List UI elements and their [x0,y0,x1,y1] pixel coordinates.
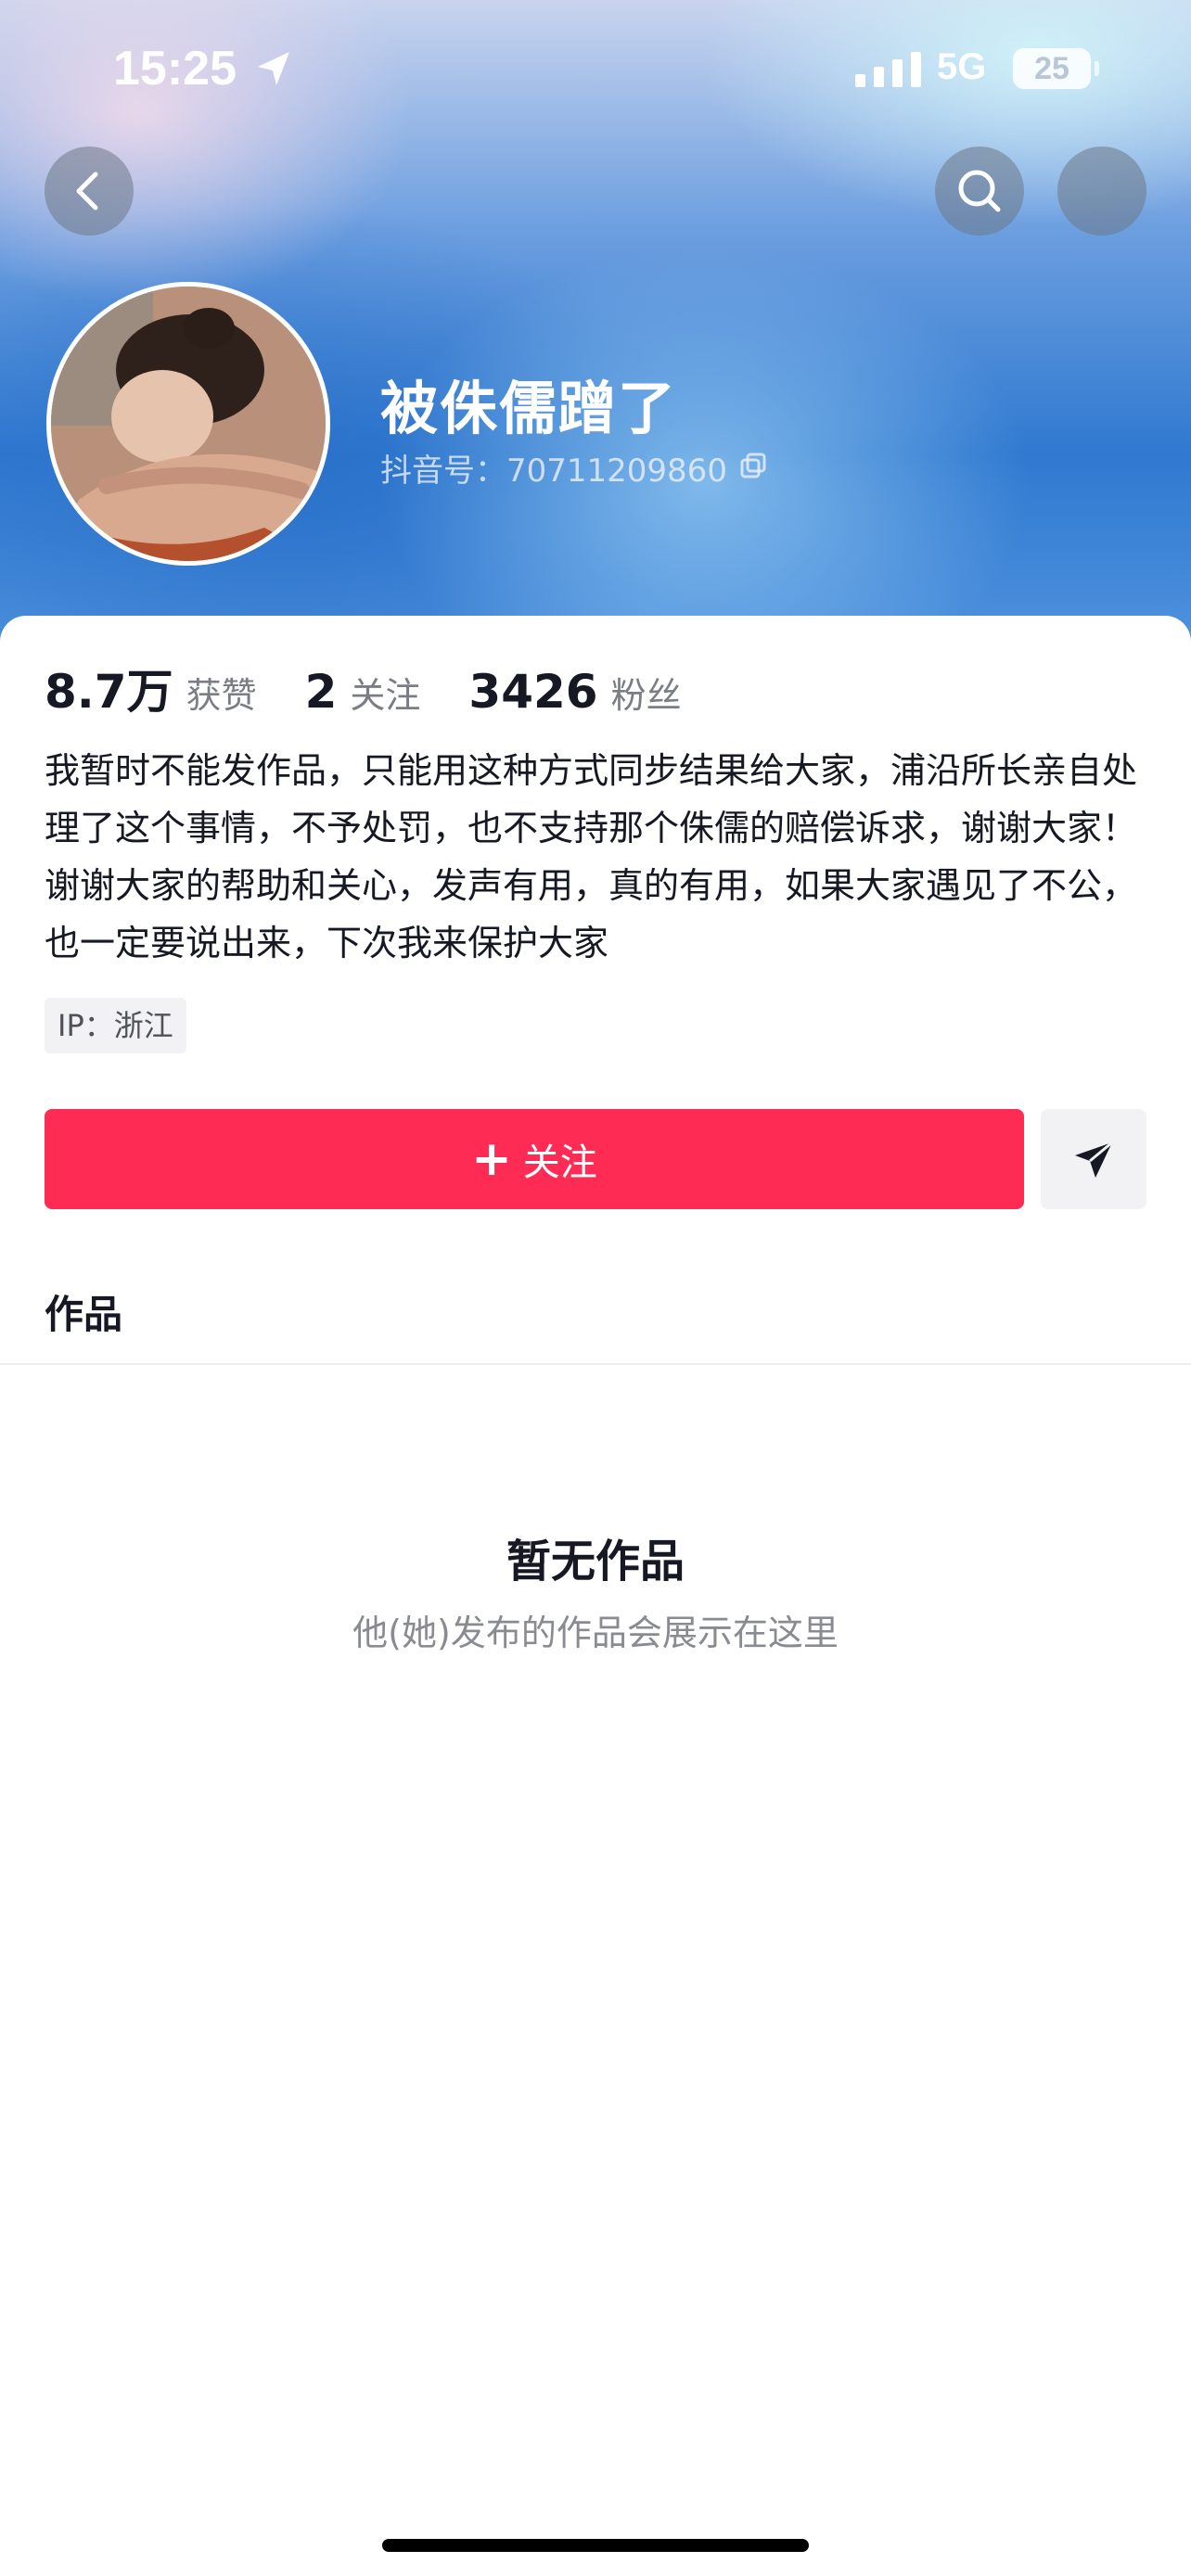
tab-works[interactable]: 作品 [45,1283,122,1340]
profile-stats: 8.7万 获赞 2 关注 3426 粉丝 [45,655,730,720]
bio: 我暂时不能发作品，只能用这种方式同步结果给大家，浦沿所长亲自处理了这个事情，不予… [45,750,1138,963]
ip-location-tag: IP：浙江 [45,998,186,1053]
search-button[interactable] [935,147,1024,236]
follow-label: 关注 [522,1141,597,1184]
battery-icon: 25 [1013,48,1099,89]
more-icon [1057,147,1146,236]
profile-screen: 15:25 5G 25 被侏儒蹭了 抖音号：70711209860 8.7万 获… [0,0,1191,2576]
status-time: 15:25 [113,42,237,96]
signal-icon [855,52,921,87]
avatar[interactable] [46,282,330,566]
douyin-id: 抖音号：70711209860 [380,453,727,490]
network-type: 5G [937,46,987,87]
follow-button[interactable]: + 关注 [45,1109,1024,1209]
empty-state-subtitle: 他(她)发布的作品会展示在这里 [352,1613,839,1653]
followers-label[interactable]: 粉丝 [611,667,682,718]
message-button[interactable] [1041,1109,1146,1209]
avatar-photo [51,287,326,561]
likes-count: 8.7万 [45,665,173,719]
location-arrow-icon [258,52,289,85]
following-label[interactable]: 关注 [350,667,420,718]
home-indicator[interactable] [382,2539,809,2552]
send-icon [1075,1141,1113,1178]
tab-divider [0,1363,1191,1365]
likes-label: 获赞 [186,675,257,716]
back-icon [76,172,98,210]
battery-level: 25 [1034,51,1069,86]
back-button[interactable] [45,147,134,236]
copy-icon[interactable] [738,451,768,480]
more-button[interactable] [1057,147,1146,236]
following-count[interactable]: 2 [305,665,338,719]
username: 被侏儒蹭了 [380,375,678,442]
empty-state-title: 暂无作品 [506,1536,685,1588]
followers-count[interactable]: 3426 [468,665,597,719]
plus-icon: + [471,1131,512,1187]
search-icon [958,170,1001,212]
